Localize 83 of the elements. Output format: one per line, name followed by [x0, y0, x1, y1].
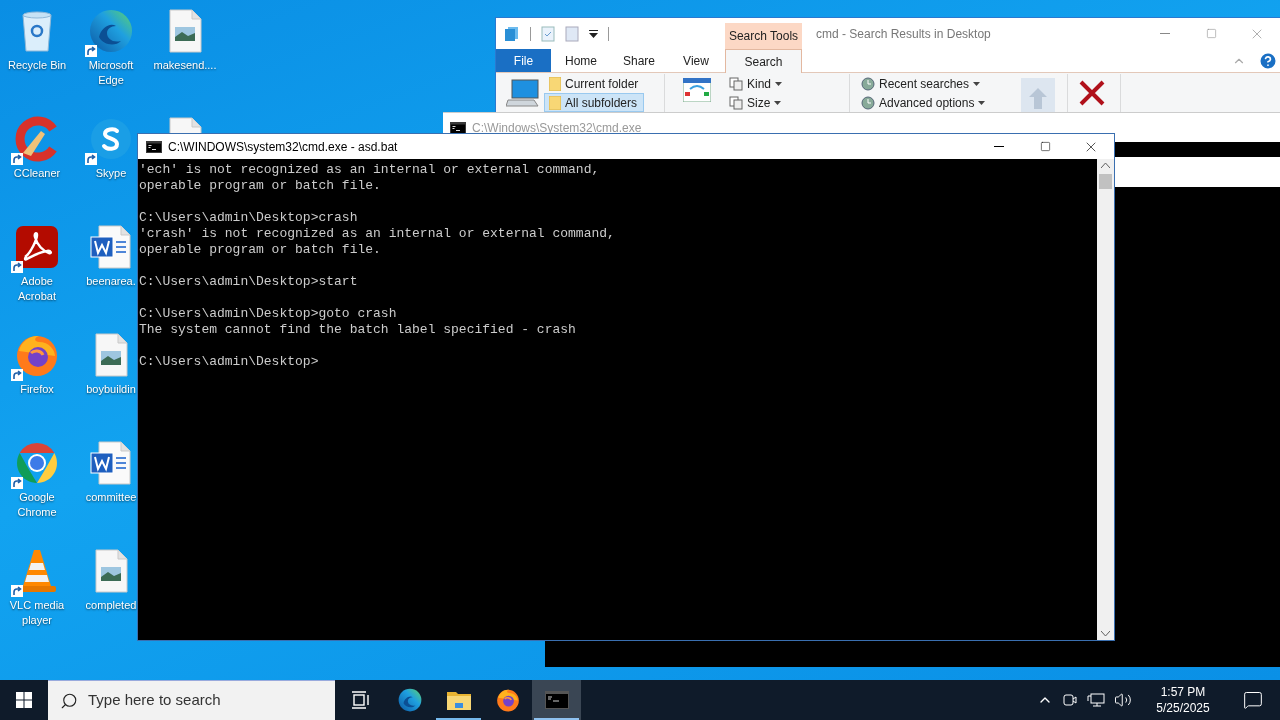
search-option-dropdown[interactable]: Advanced options — [861, 93, 1011, 112]
scrollbar[interactable] — [1097, 159, 1114, 640]
history-icon — [861, 95, 875, 110]
firefox-icon — [494, 687, 521, 713]
camera-icon[interactable] — [1062, 692, 1078, 708]
computer-icon — [506, 78, 540, 108]
console-line: C:\Users\admin\Desktop>goto crash — [139, 306, 397, 322]
ribbon-tab[interactable]: Home — [551, 49, 611, 72]
desktop-icon-label[interactable]: boybuildin — [86, 382, 136, 397]
desktop-icon-label[interactable]: VLC media player — [1, 598, 73, 628]
acrobat-icon — [13, 223, 61, 271]
refine-dropdown[interactable]: Kind — [729, 74, 839, 93]
console-icon — [544, 691, 569, 709]
dropdown-caret-icon — [978, 100, 986, 105]
history-icon — [861, 76, 875, 91]
console-line: 'crash' is not recognized as an internal or external command, — [139, 226, 615, 242]
network-icon[interactable] — [1087, 692, 1105, 708]
ribbon-tab[interactable]: Share — [611, 49, 667, 72]
calendar-icon — [683, 78, 711, 102]
windows-logo-icon — [16, 692, 32, 708]
minimize-icon — [1160, 33, 1170, 34]
help-icon[interactable] — [1258, 50, 1278, 71]
desktop-icon-label[interactable]: beenarea. — [86, 274, 136, 289]
refine-dropdown[interactable]: Size — [729, 93, 839, 112]
minimize-icon — [994, 146, 1004, 147]
search-input[interactable]: Type here to search — [88, 689, 308, 712]
console-line: C:\Users\admin\Desktop>start — [139, 274, 358, 290]
new-folder-icon — [565, 25, 579, 42]
desktop-icon-label[interactable]: Firefox — [20, 382, 54, 397]
console-line: operable program or batch file. — [139, 242, 381, 258]
dropdown-caret-icon — [775, 81, 783, 86]
console-line: The system cannot find the batch label specified - crash — [139, 322, 576, 338]
maximize-icon — [1205, 28, 1217, 39]
desktop-icon-label[interactable]: Recycle Bin — [7, 58, 67, 73]
filter-icon — [729, 95, 743, 110]
running-indicator — [436, 718, 481, 720]
maximize-icon — [1039, 141, 1051, 152]
desktop-icon-label[interactable]: completed — [85, 598, 137, 613]
console-line: 'ech' is not recognized as an internal or external command, — [139, 162, 600, 178]
console-line: C:\Users\admin\Desktop>crash — [139, 210, 358, 226]
folder-stack-icon — [504, 25, 520, 42]
scroll-down-icon[interactable] — [1101, 631, 1110, 636]
dropdown-caret-icon — [774, 100, 782, 105]
console-icon — [146, 140, 162, 153]
window-title: C:\Windows\System32\cmd.exe — [472, 119, 642, 137]
ribbon-tab[interactable]: File — [496, 49, 551, 72]
search-option-dropdown[interactable]: Recent searches — [861, 74, 1011, 93]
edge-icon — [87, 7, 135, 55]
edge-icon — [396, 687, 423, 713]
search-field[interactable]: Type here to search — [48, 680, 335, 720]
filter-icon — [729, 76, 743, 91]
window-title: cmd - Search Results in Desktop — [816, 25, 991, 43]
desktop-icon-label[interactable]: Google Chrome — [1, 490, 73, 520]
taskbar-app-button[interactable] — [532, 680, 581, 720]
search-scope-option[interactable]: Current folder — [544, 74, 644, 93]
search-icon — [60, 691, 78, 710]
console-line: operable program or batch file. — [139, 178, 381, 194]
ribbon-tab[interactable]: View — [667, 49, 725, 72]
customize-caret-icon — [589, 29, 598, 38]
desktop-icon-label[interactable]: Microsoft Edge — [75, 58, 147, 88]
close-search-icon[interactable] — [1078, 80, 1106, 106]
properties-icon — [541, 25, 555, 42]
window-title: C:\WINDOWS\system32\cmd.exe - asd.bat — [168, 138, 398, 156]
contextual-tab-header: Search Tools — [725, 23, 802, 49]
scrollbar-thumb[interactable] — [1099, 174, 1112, 189]
dropdown-caret-icon — [973, 81, 981, 86]
desktop-icon-label[interactable]: makesend.... — [153, 58, 217, 73]
desktop-icon-label[interactable]: CCleaner — [13, 166, 61, 181]
desktop-icon-label[interactable]: committee — [85, 490, 137, 505]
volume-icon[interactable] — [1114, 691, 1132, 709]
scroll-up-icon[interactable] — [1101, 163, 1110, 168]
notifications-icon[interactable] — [1243, 690, 1263, 710]
search-scope-option[interactable]: All subfolders — [544, 93, 644, 112]
task-view-icon — [350, 691, 371, 709]
ribbon-tab[interactable]: Search — [725, 49, 802, 73]
clock[interactable]: 1:57 PM 5/25/2025 — [1145, 684, 1221, 716]
desktop-icon-label[interactable]: Adobe Acrobat — [1, 274, 73, 304]
folder-icon — [549, 76, 561, 91]
folder-icon — [446, 690, 471, 710]
folder-icon — [549, 95, 561, 110]
running-indicator — [534, 718, 579, 720]
console-line: C:\Users\admin\Desktop> — [139, 354, 319, 370]
desktop-icon-label[interactable]: Skype — [95, 166, 127, 181]
